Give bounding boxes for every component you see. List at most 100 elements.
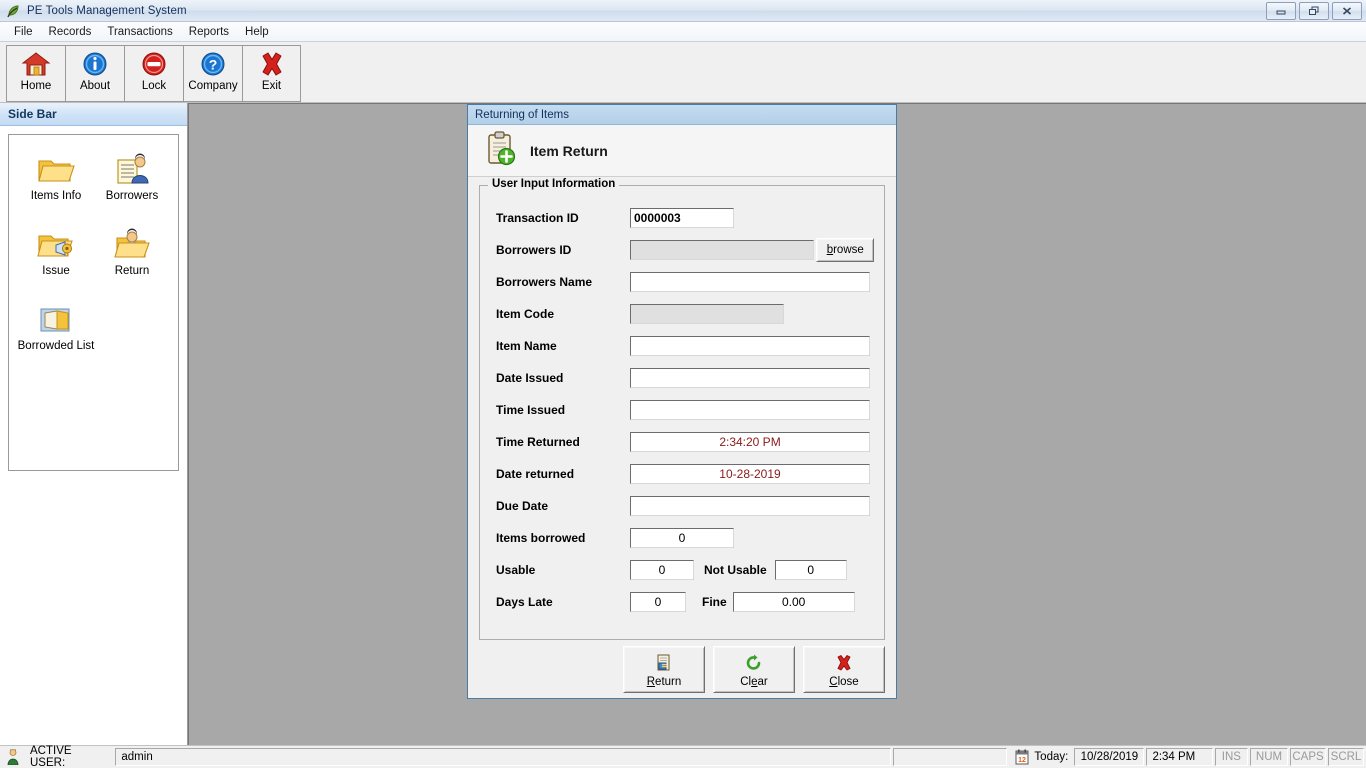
statusbar-time: 2:34 PM [1146, 748, 1213, 766]
browse-button[interactable]: browse [816, 238, 874, 262]
folder-issue-icon [36, 222, 76, 262]
svg-text:?: ? [209, 57, 218, 73]
field-row-time-issued: Time Issued [490, 394, 874, 426]
menu-item-records[interactable]: Records [41, 24, 100, 40]
mdi-client-area: Returning of Items Item Return User Inpu… [188, 103, 1366, 745]
input-borrowers-name[interactable] [630, 272, 870, 292]
user-person-icon [0, 749, 30, 765]
field-row-transaction-id: Transaction ID 0000003 [490, 202, 874, 234]
return-label-rest: eturn [655, 675, 682, 688]
field-row-date-returned: Date returned 10-28-2019 [490, 458, 874, 490]
user-input-groupbox: User Input Information Transaction ID 00… [479, 178, 885, 640]
sidebar-label-return: Return [114, 265, 150, 277]
input-transaction-id[interactable]: 0000003 [630, 208, 734, 228]
input-items-borrowed[interactable]: 0 [630, 528, 734, 548]
label-fine: Fine [702, 595, 727, 609]
field-row-borrowers-id: Borrowers ID browse [490, 234, 874, 266]
folder-icon [36, 147, 76, 187]
minimize-button[interactable] [1266, 2, 1296, 20]
indicator-caps: CAPS [1290, 748, 1326, 766]
indicator-scrl: SCRL [1328, 748, 1364, 766]
clear-button[interactable]: Clear [713, 645, 795, 693]
active-user-value: admin [115, 748, 891, 766]
book-list-icon [36, 297, 76, 337]
label-item-code: Item Code [496, 307, 555, 321]
clipboard-add-icon [484, 130, 518, 171]
sidebar-header: Side Bar [0, 103, 187, 126]
input-date-returned[interactable]: 10-28-2019 [630, 464, 870, 484]
window-controls [1266, 2, 1362, 20]
input-item-code[interactable] [630, 304, 784, 324]
toolbar-button-lock[interactable]: Lock [124, 45, 183, 102]
input-item-name[interactable] [630, 336, 870, 356]
label-transaction-id: Transaction ID [496, 211, 579, 225]
sidebar-item-return[interactable]: Return [94, 222, 170, 277]
window-titlebar: PE Tools Management System [0, 0, 1366, 22]
restore-button[interactable] [1299, 2, 1329, 20]
field-row-days-late: Days Late 0 Fine 0.00 [490, 586, 874, 618]
refresh-circle-icon [745, 654, 763, 675]
field-row-time-returned: Time Returned 2:34:20 PM [490, 426, 874, 458]
application-window: PE Tools Management System File Records … [0, 0, 1366, 768]
input-not-usable[interactable]: 0 [774, 560, 847, 580]
question-icon: ? [198, 49, 228, 79]
input-borrowers-id[interactable] [630, 240, 815, 260]
field-row-borrowers-name: Borrowers Name [490, 266, 874, 298]
dialog-heading: Item Return [530, 142, 608, 159]
field-row-due-date: Due Date [490, 490, 874, 522]
input-date-issued[interactable] [630, 368, 870, 388]
toolbar-button-about[interactable]: About [65, 45, 124, 102]
sidebar-item-borrowded-list[interactable]: Borrowded List [8, 297, 104, 352]
svg-text:12: 12 [1019, 757, 1027, 764]
clear-label-rest: ar [757, 675, 768, 688]
statusbar: ACTIVE USER: admin 12 Today: 10/28/2019 … [0, 745, 1366, 768]
sidebar: Side Bar Items Info Borrowers Issue Retu… [0, 103, 188, 745]
toolbar-button-home[interactable]: Home [6, 45, 65, 102]
toolbar-label-about: About [79, 80, 111, 92]
lock-deny-icon [139, 49, 169, 79]
toolbar-label-lock: Lock [141, 80, 167, 92]
label-time-issued: Time Issued [496, 403, 566, 417]
sidebar-item-issue[interactable]: Issue [18, 222, 94, 277]
window-title: PE Tools Management System [27, 4, 187, 17]
label-borrowers-name: Borrowers Name [496, 275, 593, 289]
toolbar-button-company[interactable]: ? Company [183, 45, 242, 102]
menu-item-help[interactable]: Help [237, 24, 277, 40]
close-button-dialog[interactable]: Close [803, 645, 885, 693]
close-button-label: Close [829, 676, 858, 688]
input-fine[interactable]: 0.00 [732, 592, 855, 612]
sidebar-label-issue: Issue [42, 265, 70, 277]
menubar: File Records Transactions Reports Help [0, 22, 1366, 42]
return-button-label: Return [647, 676, 682, 688]
today-label: Today: [1034, 751, 1069, 763]
menu-item-reports[interactable]: Reports [181, 24, 237, 40]
browse-label-rest: rowse [833, 244, 864, 256]
dialog-body: User Input Information Transaction ID 00… [468, 177, 896, 640]
menu-item-transactions[interactable]: Transactions [99, 24, 180, 40]
indicator-ins: INS [1214, 748, 1248, 766]
field-row-item-name: Item Name [490, 330, 874, 362]
return-button[interactable]: Return [623, 645, 705, 693]
calendar-icon: 12 [1009, 749, 1034, 765]
home-icon [21, 49, 51, 79]
close-button[interactable] [1332, 2, 1362, 20]
input-usable[interactable]: 0 [630, 560, 694, 580]
menu-item-file[interactable]: File [6, 24, 41, 40]
active-user-label: ACTIVE USER: [30, 745, 72, 768]
statusbar-blank-panel [892, 748, 1008, 766]
input-time-issued[interactable] [630, 400, 870, 420]
toolbar-button-exit[interactable]: Exit [242, 45, 301, 102]
clear-label-pre: Cl [740, 675, 752, 688]
sidebar-item-items-info[interactable]: Items Info [18, 147, 94, 202]
field-row-usable: Usable 0 Not Usable 0 [490, 554, 874, 586]
label-date-returned: Date returned [496, 467, 575, 481]
input-days-late[interactable]: 0 [630, 592, 686, 612]
sidebar-label-borrowded-list: Borrowded List [17, 340, 95, 352]
indicator-num: NUM [1250, 748, 1288, 766]
sidebar-label-items-info: Items Info [30, 190, 82, 202]
input-due-date[interactable] [630, 496, 870, 516]
sidebar-label-borrowers: Borrowers [105, 190, 159, 202]
field-row-date-issued: Date Issued [490, 362, 874, 394]
sidebar-item-borrowers[interactable]: Borrowers [94, 147, 170, 202]
input-time-returned[interactable]: 2:34:20 PM [630, 432, 870, 452]
